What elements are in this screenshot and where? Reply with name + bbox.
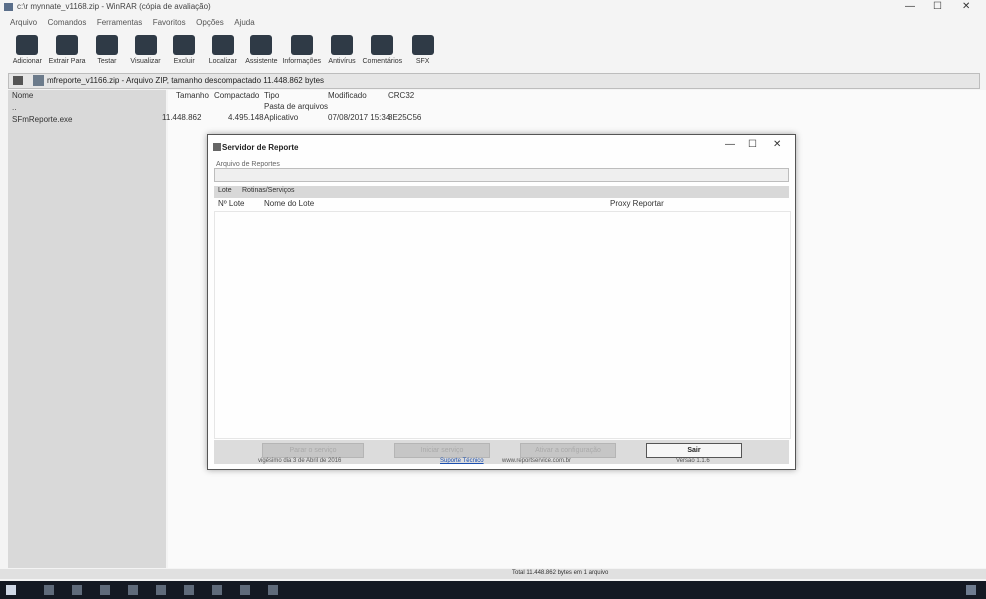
list-header: Nº Lote Nome do Lote Proxy Reportar [214,199,789,209]
menu-arquivo[interactable]: Arquivo [10,18,37,27]
lote-list[interactable] [214,211,791,439]
app2-icon[interactable] [240,585,250,595]
archive-input[interactable] [214,168,789,182]
tab-lote[interactable]: Lote [218,187,232,194]
comment-button[interactable]: Comentários [363,33,402,69]
app1-icon[interactable] [212,585,222,595]
col-type[interactable]: Tipo [264,91,279,100]
row-packed: 4.495.148 [228,113,264,122]
app3-icon[interactable] [268,585,278,595]
menu-ajuda[interactable]: Ajuda [234,18,254,27]
add-icon [16,35,39,55]
status-total: Total 11.448.862 bytes em 1 arquivo [512,570,609,576]
close-icon[interactable]: ✕ [962,1,970,12]
view-button[interactable]: Visualizar [128,33,163,69]
col-modified[interactable]: Modificado [328,91,367,100]
dialog-title: Servidor de Reporte [222,143,299,152]
row-crc: 8E25C56 [388,113,422,122]
test-icon [95,35,118,55]
title-bar: c:\r mynnate_v1168.zip - WinRAR (cópia d… [0,0,986,14]
dialog-bottom-bar: Parar o serviço Iniciar serviço Ativar a… [214,440,789,464]
menu-opcoes[interactable]: Opções [196,18,224,27]
taskview-icon[interactable] [72,585,82,595]
info-icon [290,35,313,55]
menu-bar: Arquivo Comandos Ferramentas Favoritos O… [10,17,610,29]
extract-button[interactable]: Extrair Para [49,33,86,69]
address-bar[interactable]: mfreporte_v1166.zip - Arquivo ZIP, taman… [8,73,980,89]
sfx-button[interactable]: SFX [405,33,440,69]
dialog-maximize-icon[interactable]: ☐ [748,139,757,150]
dialog-app-icon [213,143,221,151]
archive-label: Arquivo de Reportes [216,161,280,168]
menu-favoritos[interactable]: Favoritos [153,18,186,27]
status-bar: Total 11.448.862 bytes em 1 arquivo [0,569,986,579]
view-icon [134,35,157,55]
toolbar: Adicionar Extrair Para Testar Visualizar… [10,33,440,69]
col-lote-id[interactable]: Nº Lote [218,199,245,208]
row-type: Aplicativo [264,113,299,122]
address-text: mfreporte_v1166.zip - Arquivo ZIP, taman… [47,76,325,85]
col-size[interactable]: Tamanho [176,91,209,100]
edge-icon[interactable] [100,585,110,595]
report-server-dialog: Servidor de Reporte — ☐ ✕ Arquivo de Rep… [207,134,796,470]
explorer-icon[interactable] [128,585,138,595]
delete-button[interactable]: Excluir [167,33,202,69]
wizard-button[interactable]: Assistente [244,33,279,69]
row-size: 11.448.862 [162,113,202,122]
info-button[interactable]: Informações [282,33,321,69]
tree-item-parent[interactable]: .. [12,103,16,112]
comment-icon [371,35,394,55]
tab-rotinas[interactable]: Rotinas/Serviços [242,187,295,194]
tree-item-file[interactable]: SFmReporte.exe [12,115,72,124]
row-type: Pasta de arquivos [264,102,329,111]
winrar-app-icon [4,3,13,11]
footer-version: Versão 1.1.6 [676,458,710,464]
start-icon[interactable] [6,585,16,595]
footer-site: www.reportservice.com.br [502,458,572,464]
col-lote-name[interactable]: Nome do Lote [264,199,314,208]
find-icon [211,35,234,55]
menu-ferramentas[interactable]: Ferramentas [97,18,142,27]
support-link[interactable]: Suporte Técnico [440,458,484,464]
up-folder-icon[interactable] [13,76,23,85]
start-service-button[interactable]: Iniciar serviço [394,443,490,458]
exit-button[interactable]: Sair [646,443,742,458]
store-icon[interactable] [156,585,166,595]
add-button[interactable]: Adicionar [10,33,45,69]
activate-config-button[interactable]: Ativar a configuração [520,443,616,458]
wizard-icon [250,35,273,55]
row-modified: 07/08/2017 15:34 [328,113,391,122]
search-icon[interactable] [44,585,54,595]
mail-icon[interactable] [184,585,194,595]
col-proxy[interactable]: Proxy Reportar [610,199,664,208]
col-crc[interactable]: CRC32 [388,91,414,100]
notification-icon[interactable] [966,585,976,595]
dialog-minimize-icon[interactable]: — [725,139,735,150]
window-title: c:\r mynnate_v1168.zip - WinRAR (cópia d… [17,2,211,11]
antivirus-button[interactable]: Antivírus [325,33,360,69]
tree-header-name[interactable]: Nome [12,91,33,100]
maximize-icon[interactable]: ☐ [933,1,942,12]
tree-panel[interactable]: Nome .. SFmReporte.exe [8,90,166,568]
stop-service-button[interactable]: Parar o serviço [262,443,364,458]
menu-comandos[interactable]: Comandos [48,18,87,27]
minimize-icon[interactable]: — [905,1,915,12]
taskbar [0,581,986,599]
footer-date: vigésimo dia 3 de Abril de 2016 [258,458,342,464]
antivirus-icon [331,35,354,55]
extract-icon [56,35,79,55]
sfx-icon [411,35,434,55]
zip-archive-icon [33,75,44,86]
delete-icon [173,35,196,55]
dialog-close-icon[interactable]: ✕ [773,139,781,150]
dialog-tabs: Lote Rotinas/Serviços [214,186,789,198]
col-packed[interactable]: Compactado [214,91,259,100]
test-button[interactable]: Testar [90,33,125,69]
find-button[interactable]: Localizar [205,33,240,69]
